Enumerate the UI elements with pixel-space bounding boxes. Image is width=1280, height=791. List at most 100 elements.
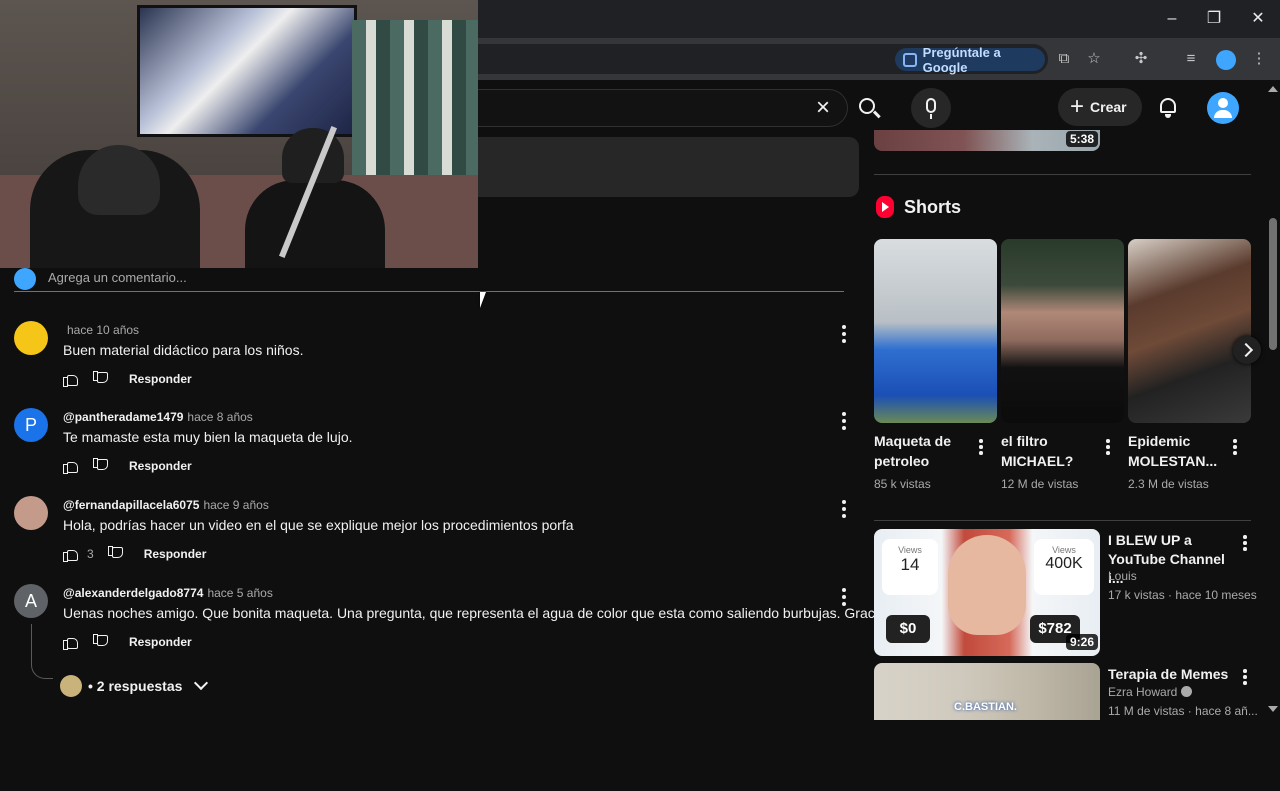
plus-icon: + [1070,93,1085,120]
reply-button[interactable]: Responder [129,372,192,386]
comment-time: hace 10 años [67,323,140,337]
like-count: 3 [87,547,94,561]
microphone-icon [926,98,936,113]
short-views: 12 M de vistas [1001,477,1079,491]
profile-avatar[interactable] [1216,50,1236,70]
commenter-avatar[interactable] [14,496,48,530]
like-icon[interactable] [63,371,79,387]
short-title[interactable]: Epidemic MOLESTAN... [1128,431,1228,471]
like-icon[interactable] [63,546,79,562]
short-card[interactable]: el filtro MICHAEL? 12 M de vistas [1001,239,1124,499]
comment-item: @fernandapillacela6075 hace 9 años Hola, … [14,496,854,576]
short-menu-icon[interactable] [976,439,986,457]
reply-button[interactable]: Responder [129,635,192,649]
video-stats: 11 M de vistas · hace 8 añ... [1108,704,1258,718]
clear-search-icon[interactable]: × [810,96,836,122]
comment-time: hace 9 años [203,498,269,512]
search-button[interactable] [848,89,888,127]
commenter-avatar[interactable] [14,321,48,355]
person-right [245,180,385,268]
comment-menu-icon[interactable] [834,412,854,430]
comment-text: Buen material didáctico para los niños. [63,342,304,358]
short-card[interactable]: Epidemic MOLESTAN... 2.3 M de vistas [1128,239,1251,499]
channel-name[interactable]: Louis [1108,569,1137,583]
verified-icon [1181,686,1193,697]
short-title[interactable]: Maqueta de petroleo [874,431,974,471]
chrome-menu-icon[interactable]: ⋮ [1250,50,1268,68]
comment-item: hace 10 años Buen material didáctico par… [14,321,854,401]
bookmark-star-icon[interactable]: ☆ [1085,50,1103,68]
short-menu-icon[interactable] [1103,439,1113,457]
scroll-down-icon[interactable] [1268,706,1278,712]
duration-badge: 9:26 [1066,634,1099,650]
short-thumbnail[interactable] [1001,239,1124,423]
media-control-icon[interactable]: ≡ [1182,50,1200,68]
tv-screen [137,5,357,137]
comment-menu-icon[interactable] [834,588,854,606]
description-panel[interactable] [478,137,859,197]
video-menu-icon[interactable] [1240,535,1250,553]
comment-username[interactable]: @fernandapillacela6075 [63,498,199,512]
short-menu-icon[interactable] [1230,439,1240,457]
replies-label: • 2 respuestas [88,678,183,694]
like-icon[interactable] [63,458,79,474]
dislike-icon[interactable] [108,546,124,562]
recommended-video[interactable]: Views 14 Views 400K $0 $782 9:26 I BLEW … [874,529,1257,657]
comment-text: Hola, podrías hacer un video en el que s… [63,517,574,533]
create-label: Crear [1090,99,1127,115]
webcam-overlay [0,0,478,268]
comment-text: Te mamaste esta muy bien la maqueta de l… [63,429,353,445]
add-comment-placeholder[interactable]: Agrega un comentario... [48,270,187,285]
voice-search-button[interactable] [911,88,951,128]
video-thumbnail[interactable]: C.BASTIAN. [874,663,1100,720]
dislike-icon[interactable] [93,458,109,474]
shorts-logo-icon [876,196,894,218]
comment-time: hace 8 años [187,410,253,424]
divider [874,174,1251,175]
comment-menu-icon[interactable] [834,325,854,343]
notifications-bell-icon[interactable] [1157,96,1179,118]
short-thumbnail[interactable] [874,239,997,423]
chevron-down-icon [194,675,209,691]
dislike-icon[interactable] [93,371,109,387]
install-app-icon[interactable]: ⧉ [1055,50,1073,68]
commenter-avatar[interactable]: A [14,584,48,618]
channel-name[interactable]: Ezra Howard [1108,685,1193,699]
ask-google-button[interactable]: Pregúntale a Google [895,45,1045,75]
minimize-icon[interactable]: – [1158,8,1186,30]
scroll-up-icon[interactable] [1268,86,1278,92]
comment-username[interactable]: @pantheradame1479 [63,410,183,424]
video-stats: 17 k vistas · hace 10 meses [1108,588,1257,602]
mouse-cursor-icon [480,292,492,308]
short-thumbnail[interactable] [1128,239,1251,423]
duration-badge: 5:38 [1066,131,1099,147]
reply-button[interactable]: Responder [144,547,207,561]
account-avatar[interactable] [1207,92,1239,124]
comment-username[interactable]: @alexanderdelgado8774 [63,586,203,600]
reply-button[interactable]: Responder [129,459,192,473]
comment-time: hace 5 años [207,586,273,600]
shorts-next-button[interactable] [1233,336,1261,364]
close-window-icon[interactable]: ✕ [1244,8,1272,30]
recommended-video[interactable]: C.BASTIAN. Terapia de Memes Ezra Howard … [874,663,1258,791]
page-scrollbar[interactable] [1266,80,1280,720]
reply-thread-line [31,624,53,679]
video-title[interactable]: Terapia de Memes [1108,665,1230,684]
extensions-icon[interactable]: ✣ [1132,50,1150,68]
view-replies-button[interactable]: • 2 respuestas [60,674,209,698]
search-input[interactable] [478,89,848,127]
short-card[interactable]: Maqueta de petroleo 85 k vistas [874,239,997,499]
restore-icon[interactable]: ❐ [1200,8,1228,30]
dislike-icon[interactable] [93,634,109,650]
face-image [948,535,1026,635]
create-button[interactable]: + Crear [1058,88,1142,126]
short-title[interactable]: el filtro MICHAEL? [1001,431,1101,471]
reply-avatar [60,675,82,697]
like-icon[interactable] [63,634,79,650]
video-menu-icon[interactable] [1240,669,1250,687]
ask-google-label: Pregúntale a Google [922,44,1001,75]
commenter-avatar[interactable]: P [14,408,48,442]
google-lens-icon [903,52,917,67]
comment-menu-icon[interactable] [834,500,854,518]
scrollbar-thumb[interactable] [1269,218,1277,350]
